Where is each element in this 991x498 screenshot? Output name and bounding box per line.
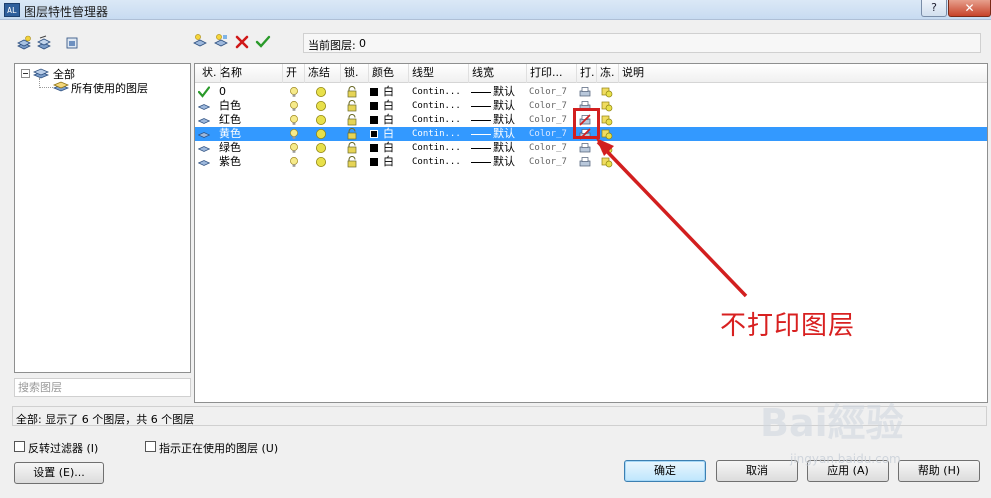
help-button[interactable]: 帮助 (H): [898, 460, 980, 482]
invert-filter-checkbox[interactable]: [14, 441, 25, 452]
indicate-in-use-label: 指示正在使用的图层 (U): [159, 442, 279, 455]
annotation-text: 不打印图层: [720, 311, 856, 341]
invert-filter-label: 反转过滤器 (I): [28, 442, 99, 455]
indicate-in-use-checkbox[interactable]: [145, 441, 156, 452]
ok-button[interactable]: 确定: [624, 460, 706, 482]
settings-button[interactable]: 设置 (E)...: [14, 462, 104, 484]
cancel-button[interactable]: 取消: [716, 460, 798, 482]
watermark-logo: Bai經验: [760, 401, 904, 445]
watermark-url: jingyan.baidu.com: [790, 452, 901, 466]
status-text: 全部: 显示了 6 个图层，共 6 个图层: [16, 413, 195, 426]
